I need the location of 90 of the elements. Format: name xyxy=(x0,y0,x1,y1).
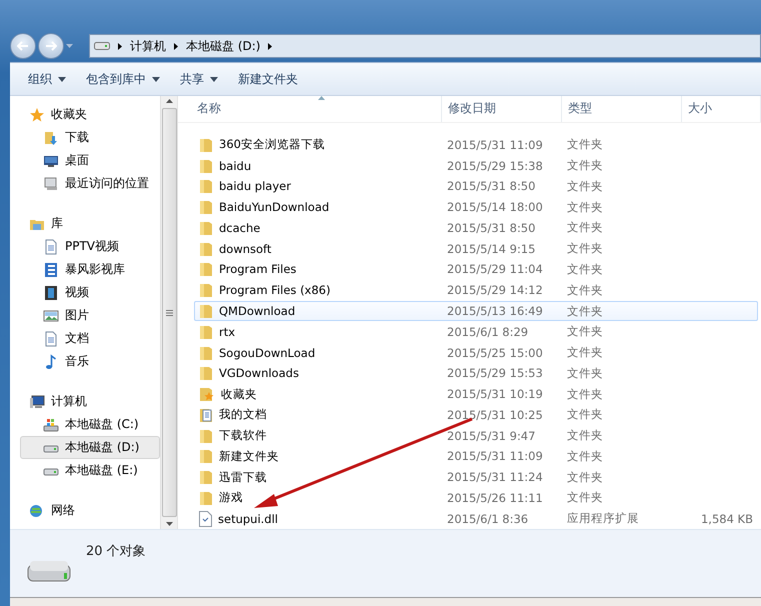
nav-group-label[interactable]: 库 xyxy=(51,215,63,232)
nav-group-label[interactable]: 网络 xyxy=(51,502,75,519)
column-header[interactable]: 名称 xyxy=(178,96,442,122)
file-icon xyxy=(199,510,212,527)
document-icon xyxy=(43,238,59,254)
nav-item[interactable]: 本地磁盘 (D:) xyxy=(20,436,160,459)
recent-places-icon xyxy=(43,176,59,192)
folder-icon xyxy=(199,469,213,486)
document-folder-icon xyxy=(199,406,213,423)
toolbar-button[interactable]: 包含到库中 xyxy=(76,66,170,92)
file-row[interactable]: QMDownload 2015/5/13 16:49 文件夹 xyxy=(194,300,758,322)
file-row[interactable]: 我的文档 2015/5/31 10:25 文件夹 xyxy=(194,404,758,426)
nav-group-label[interactable]: 收藏夹 xyxy=(51,106,87,123)
nav-group-label[interactable]: 计算机 xyxy=(51,393,87,410)
address-bar[interactable]: 计算机 本地磁盘 (D:) xyxy=(89,34,761,58)
nav-item[interactable]: 桌面 xyxy=(20,149,160,172)
file-row[interactable]: 新建文件夹 2015/5/31 11:09 文件夹 xyxy=(194,446,758,467)
folder-icon xyxy=(199,199,213,216)
nav-item[interactable]: 视频 xyxy=(20,281,160,304)
folder-icon xyxy=(199,344,213,361)
status-text: 20 个对象 xyxy=(86,543,146,560)
folder-icon xyxy=(199,136,213,153)
file-row[interactable]: setupui.dll 2015/6/1 8:36 应用程序扩展 1,584 KB xyxy=(194,508,758,530)
folder-icon xyxy=(199,261,213,278)
file-row[interactable]: dcache 2015/5/31 8:50 文件夹 xyxy=(194,218,758,238)
folder-icon xyxy=(199,178,213,194)
chevron-icon xyxy=(118,42,122,50)
file-row[interactable]: BaiduYunDownload 2015/5/14 18:00 文件夹 xyxy=(194,196,758,218)
document-icon xyxy=(43,330,59,346)
media-library-icon xyxy=(43,262,59,278)
folder-icon xyxy=(199,240,213,257)
column-header[interactable]: 大小 xyxy=(682,96,761,122)
nav-item[interactable]: 最近访问的位置 xyxy=(20,172,160,195)
file-row[interactable]: Program Files (x86) 2015/5/29 14:12 文件夹 xyxy=(194,280,758,301)
film-icon xyxy=(43,284,59,300)
star-icon xyxy=(29,106,45,122)
file-row[interactable]: Program Files 2015/5/29 11:04 文件夹 xyxy=(194,259,758,280)
nav-item[interactable]: 图片 xyxy=(20,304,160,327)
globe-icon xyxy=(29,502,45,518)
file-row[interactable]: baidu 2015/5/29 15:38 文件夹 xyxy=(194,155,758,176)
file-row[interactable]: VGDownloads 2015/5/29 15:53 文件夹 xyxy=(194,362,758,384)
sort-arrow-icon xyxy=(318,96,325,100)
nav-item[interactable]: 文档 xyxy=(20,327,160,350)
picture-icon xyxy=(43,308,59,324)
nav-item[interactable]: 下载 xyxy=(20,126,160,149)
column-header[interactable]: 类型 xyxy=(562,96,682,122)
file-row[interactable]: baidu player 2015/5/31 8:50 文件夹 xyxy=(194,176,758,197)
folder-icon xyxy=(199,282,213,298)
chevron-icon xyxy=(174,42,178,50)
system-drive-icon xyxy=(43,416,59,432)
folder-icon xyxy=(199,158,213,174)
column-header[interactable]: 修改日期 xyxy=(442,96,562,122)
folder-icon xyxy=(199,365,213,382)
download-folder-icon xyxy=(43,130,59,146)
forward-button[interactable] xyxy=(38,33,64,59)
computer-icon xyxy=(29,394,45,410)
music-note-icon xyxy=(43,354,59,370)
folder-icon xyxy=(199,490,213,506)
back-button[interactable] xyxy=(10,33,36,59)
folder-icon xyxy=(199,324,213,340)
file-row[interactable]: 收藏夹 2015/5/31 10:19 文件夹 xyxy=(194,384,758,404)
folder-icon xyxy=(199,448,213,464)
toolbar-button[interactable]: 组织 xyxy=(18,66,76,92)
file-row[interactable]: 360安全浏览器下载 2015/5/31 11:09 文件夹 xyxy=(194,134,758,156)
nav-item[interactable]: 本地磁盘 (E:) xyxy=(20,459,160,482)
scrollbar-thumb[interactable] xyxy=(162,108,176,517)
toolbar-button[interactable]: 共享 xyxy=(170,66,228,92)
nav-item[interactable]: 音乐 xyxy=(20,350,160,373)
file-row[interactable]: downsoft 2015/5/14 9:15 文件夹 xyxy=(194,238,758,260)
forward-arrow-icon xyxy=(45,41,57,51)
file-row[interactable]: rtx 2015/6/1 8:29 文件夹 xyxy=(194,321,758,342)
nav-item[interactable]: 暴风影视库 xyxy=(20,258,160,281)
file-row[interactable]: 游戏 2015/5/26 11:11 文件夹 xyxy=(194,488,758,508)
breadcrumb[interactable]: 本地磁盘 (D:) xyxy=(186,38,260,54)
breadcrumb[interactable]: 计算机 xyxy=(130,38,166,54)
nav-item[interactable]: PPTV视频 xyxy=(20,235,160,258)
nav-item[interactable]: 本地磁盘 (C:) xyxy=(20,413,160,436)
folder-icon xyxy=(199,303,213,320)
file-row[interactable]: SogouDownLoad 2015/5/25 15:00 文件夹 xyxy=(194,342,758,363)
chevron-icon xyxy=(268,42,272,50)
toolbar-button[interactable]: 新建文件夹 xyxy=(228,66,308,92)
folder-icon xyxy=(199,428,213,444)
drive-icon xyxy=(94,42,110,50)
folder-icon xyxy=(199,220,213,236)
back-arrow-icon xyxy=(17,41,29,51)
file-row[interactable]: 下载软件 2015/5/31 9:47 文件夹 xyxy=(194,425,758,446)
star-folder-icon xyxy=(199,386,215,402)
file-row[interactable]: 迅雷下载 2015/5/31 11:24 文件夹 xyxy=(194,466,758,488)
scrollbar-track[interactable] xyxy=(160,96,177,529)
grip-icon xyxy=(166,310,172,316)
